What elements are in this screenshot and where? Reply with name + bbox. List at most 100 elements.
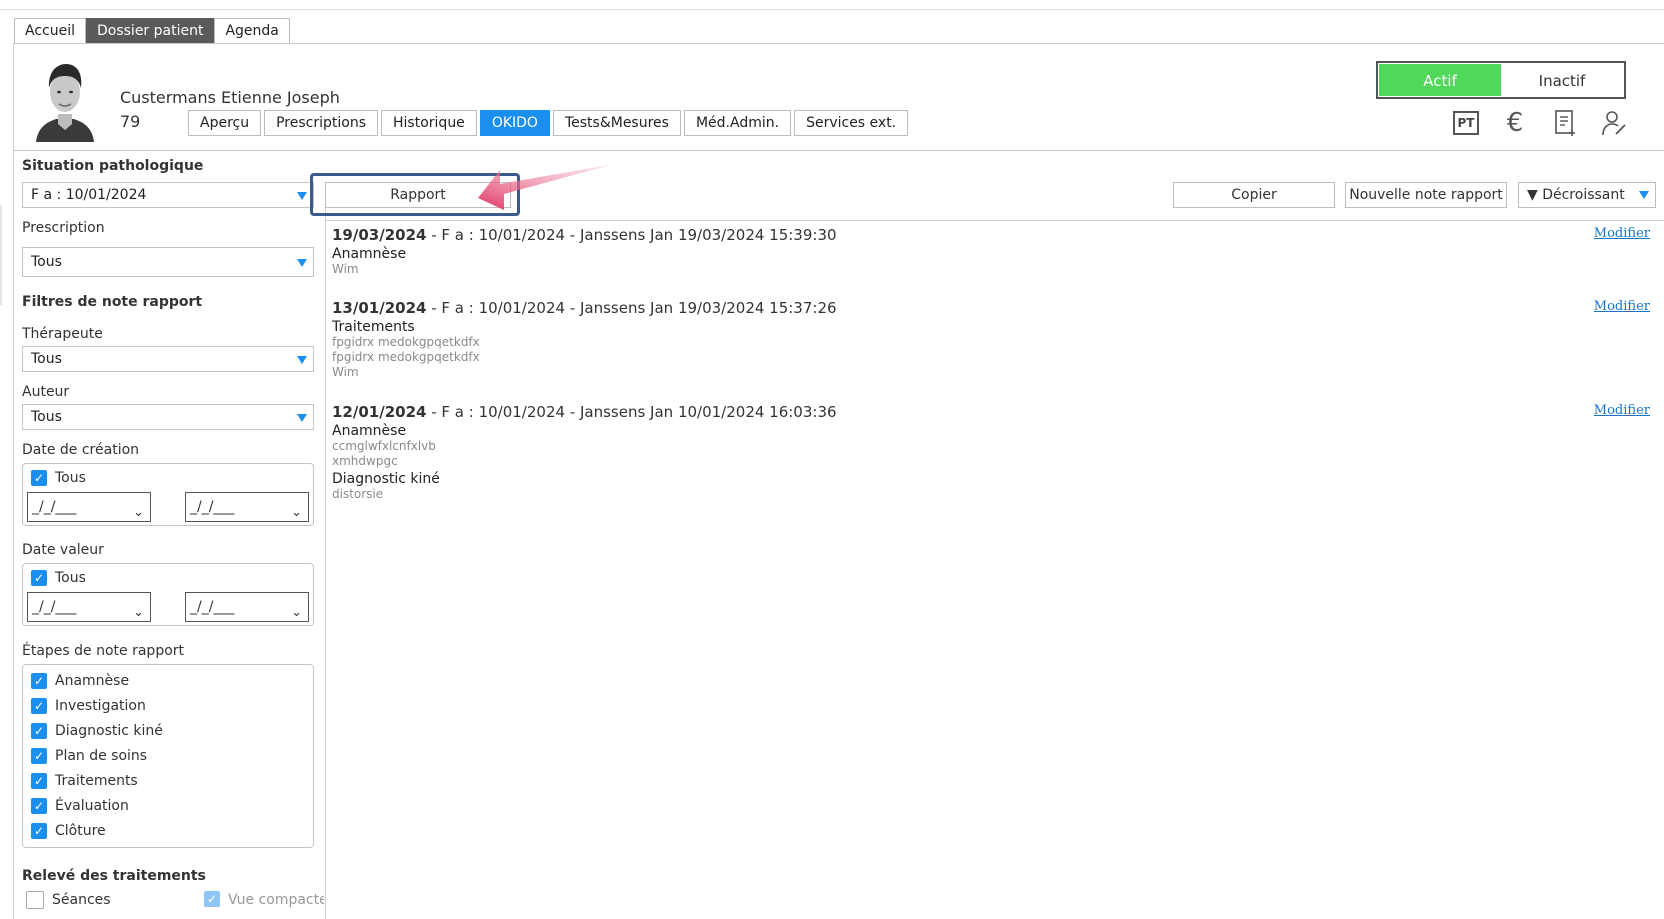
note-meta: - F a : 10/01/2024 - Janssens Jan 10/01/… bbox=[426, 403, 837, 421]
tab-dossier-patient[interactable]: Dossier patient bbox=[86, 18, 215, 43]
content-left-border bbox=[13, 43, 14, 919]
etape-checkbox-plan[interactable]: ✓ bbox=[31, 748, 47, 764]
note-header: 12/01/2024 - F a : 10/01/2024 - Janssens… bbox=[332, 403, 837, 421]
tabs-divider bbox=[14, 43, 1664, 44]
etape-checkbox-diagnostic[interactable]: ✓ bbox=[31, 723, 47, 739]
pt-icon-label: PT bbox=[1453, 111, 1479, 135]
date-placeholder: _/_/___ bbox=[32, 499, 77, 515]
modifier-link[interactable]: Modifier bbox=[1594, 403, 1650, 418]
date-valeur-from[interactable]: _/_/___ ⌄ bbox=[27, 592, 151, 622]
dropdown-arrow-icon bbox=[297, 414, 307, 422]
auteur-select[interactable]: Tous bbox=[22, 404, 314, 430]
etape-checkbox-investigation[interactable]: ✓ bbox=[31, 698, 47, 714]
note-line: fpgidrx medokgpqetkdfx bbox=[332, 335, 480, 349]
subtab-okido[interactable]: OKIDO bbox=[479, 110, 550, 136]
date-placeholder: _/_/___ bbox=[32, 599, 77, 615]
date-valeur-group: ✓ Tous _/_/___ ⌄ _/_/___ ⌄ bbox=[22, 563, 314, 626]
note-section-title: Diagnostic kiné bbox=[332, 471, 440, 487]
note-line: ccmglwfxlcnfxlvb bbox=[332, 439, 436, 453]
date-valeur-to[interactable]: _/_/___ ⌄ bbox=[185, 592, 309, 622]
note-item: 13/01/2024 - F a : 10/01/2024 - Janssens… bbox=[332, 299, 837, 380]
etape-label: Clôture bbox=[55, 823, 106, 839]
etape-label: Investigation bbox=[55, 698, 146, 714]
vue-compacte-checkbox[interactable]: ✓ bbox=[204, 891, 220, 907]
note-line: fpgidrx medokgpqetkdfx bbox=[332, 350, 480, 364]
window-edge bbox=[0, 205, 2, 305]
nouvelle-note-button[interactable]: Nouvelle note rapport bbox=[1345, 182, 1507, 208]
chevron-down-icon: ⌄ bbox=[291, 605, 302, 620]
main-tabs: Accueil Dossier patient Agenda bbox=[14, 18, 290, 43]
sort-select[interactable]: ▼ Décroissant bbox=[1518, 182, 1656, 208]
copier-button[interactable]: Copier bbox=[1173, 182, 1335, 208]
dropdown-arrow-icon bbox=[1639, 191, 1649, 199]
date-placeholder: _/_/___ bbox=[190, 599, 235, 615]
note-meta: - F a : 10/01/2024 - Janssens Jan 19/03/… bbox=[426, 226, 837, 244]
header-divider bbox=[14, 150, 1664, 151]
patient-avatar bbox=[34, 56, 96, 142]
filters-title: Filtres de note rapport bbox=[22, 294, 203, 310]
status-inactif[interactable]: Inactif bbox=[1501, 64, 1623, 96]
subtab-apercu[interactable]: Aperçu bbox=[188, 110, 262, 136]
subtab-med-admin[interactable]: Méd.Admin. bbox=[683, 110, 792, 136]
tab-agenda[interactable]: Agenda bbox=[214, 18, 290, 43]
dropdown-arrow-icon bbox=[297, 356, 307, 364]
situation-label: Situation pathologique bbox=[22, 158, 204, 174]
note-section-title: Anamnèse bbox=[332, 246, 407, 262]
note-line: Wim bbox=[332, 262, 359, 276]
note-header: 13/01/2024 - F a : 10/01/2024 - Janssens… bbox=[332, 299, 837, 317]
pt-icon[interactable]: PT bbox=[1451, 108, 1481, 138]
etape-checkbox-evaluation[interactable]: ✓ bbox=[31, 798, 47, 814]
note-line: distorsie bbox=[332, 487, 384, 501]
date-creation-all-checkbox[interactable]: ✓ bbox=[31, 470, 47, 486]
prescription-select[interactable]: Tous bbox=[22, 247, 314, 277]
date-creation-all-label: Tous bbox=[55, 470, 86, 486]
date-valeur-all-checkbox[interactable]: ✓ bbox=[31, 570, 47, 586]
etape-checkbox-cloture[interactable]: ✓ bbox=[31, 823, 47, 839]
date-creation-group: ✓ Tous _/_/___ ⌄ _/_/___ ⌄ bbox=[22, 463, 314, 526]
note-line: xmhdwpgc bbox=[332, 454, 398, 468]
date-valeur-label: Date valeur bbox=[22, 542, 104, 558]
seances-label: Séances bbox=[52, 892, 111, 908]
status-toggle[interactable]: Actif Inactif bbox=[1376, 61, 1626, 99]
date-valeur-all-label: Tous bbox=[55, 570, 86, 586]
date-creation-label: Date de création bbox=[22, 442, 140, 458]
chevron-down-icon: ⌄ bbox=[291, 505, 302, 520]
modifier-link[interactable]: Modifier bbox=[1594, 299, 1650, 314]
seances-checkbox[interactable] bbox=[26, 891, 44, 909]
etape-checkbox-anamnese[interactable]: ✓ bbox=[31, 673, 47, 689]
note-section-title: Traitements bbox=[332, 319, 415, 335]
etape-label: Plan de soins bbox=[55, 748, 148, 764]
etape-label: Évaluation bbox=[55, 798, 129, 814]
content-top-divider bbox=[325, 220, 1664, 221]
euro-icon[interactable]: € bbox=[1500, 108, 1530, 138]
etape-label: Anamnèse bbox=[55, 673, 130, 689]
annotation-arrow-icon bbox=[478, 164, 614, 210]
subtab-historique[interactable]: Historique bbox=[381, 110, 477, 136]
chevron-down-icon: ⌄ bbox=[133, 605, 144, 620]
dropdown-arrow-icon bbox=[297, 192, 307, 200]
tab-accueil[interactable]: Accueil bbox=[14, 18, 86, 43]
therapeute-value: Tous bbox=[31, 351, 62, 367]
user-edit-icon[interactable] bbox=[1599, 108, 1629, 138]
situation-value: F a : 10/01/2024 bbox=[31, 187, 147, 203]
note-header: 19/03/2024 - F a : 10/01/2024 - Janssens… bbox=[332, 226, 837, 244]
note-date: 13/01/2024 bbox=[332, 299, 427, 317]
situation-select[interactable]: F a : 10/01/2024 bbox=[22, 182, 314, 208]
subtab-prescriptions[interactable]: Prescriptions bbox=[264, 110, 379, 136]
document-add-icon[interactable] bbox=[1550, 108, 1580, 138]
date-creation-from[interactable]: _/_/___ ⌄ bbox=[27, 492, 151, 522]
sort-value: ▼ Décroissant bbox=[1527, 187, 1625, 203]
modifier-link[interactable]: Modifier bbox=[1594, 226, 1650, 241]
therapeute-label: Thérapeute bbox=[22, 326, 103, 342]
vue-compacte-label: Vue compacte bbox=[228, 892, 324, 908]
etape-label: Diagnostic kiné bbox=[55, 723, 163, 739]
releve-title: Relevé des traitements bbox=[22, 868, 206, 884]
subtab-tests-mesures[interactable]: Tests&Mesures bbox=[552, 110, 681, 136]
date-creation-to[interactable]: _/_/___ ⌄ bbox=[185, 492, 309, 522]
etape-checkbox-traitements[interactable]: ✓ bbox=[31, 773, 47, 789]
therapeute-select[interactable]: Tous bbox=[22, 346, 314, 372]
status-actif[interactable]: Actif bbox=[1379, 64, 1501, 96]
note-section-title: Anamnèse bbox=[332, 423, 407, 439]
auteur-value: Tous bbox=[31, 409, 62, 425]
subtab-services-ext[interactable]: Services ext. bbox=[794, 110, 909, 136]
